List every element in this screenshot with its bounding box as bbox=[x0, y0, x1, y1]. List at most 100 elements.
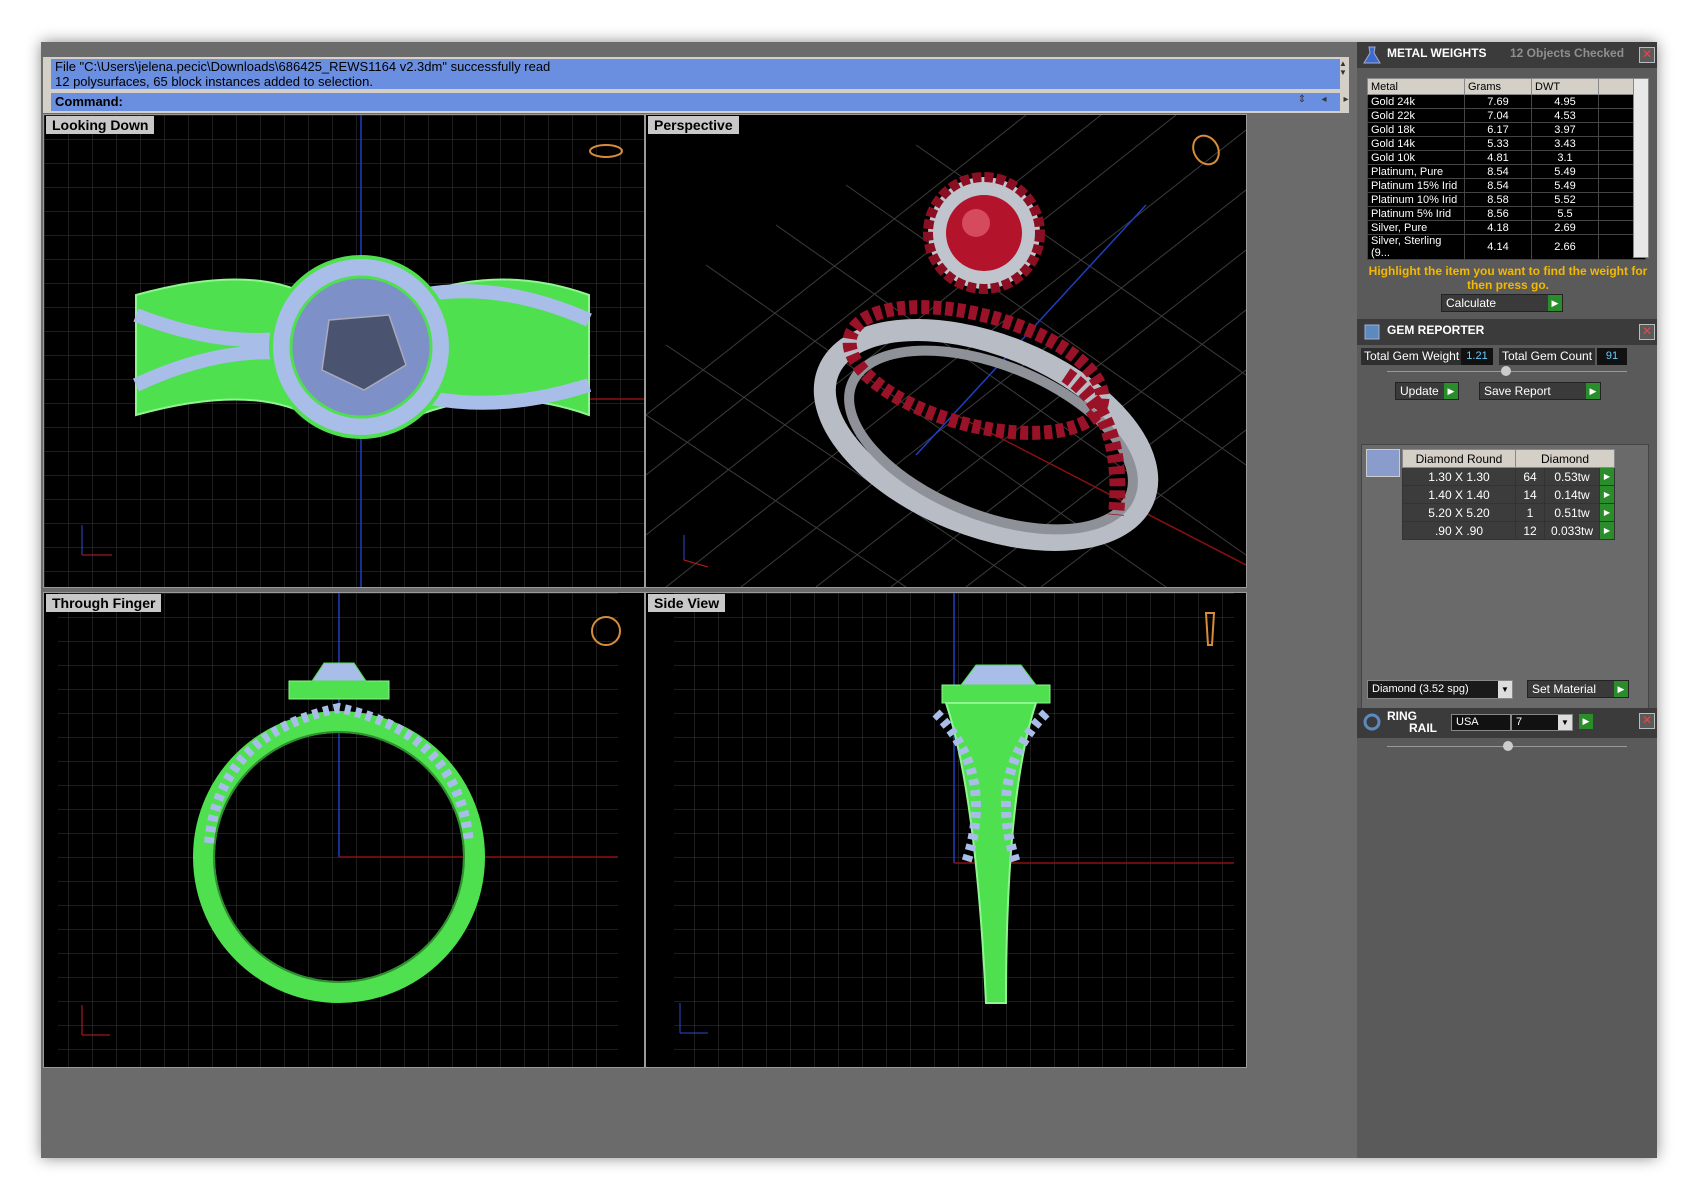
go-arrow-icon[interactable]: ▶ bbox=[1599, 485, 1615, 504]
command-input[interactable]: Command: bbox=[51, 93, 1340, 111]
grams-cell: 5.33 bbox=[1464, 136, 1532, 151]
ring-rail-slider-handle[interactable] bbox=[1503, 741, 1513, 751]
calculate-label: Calculate bbox=[1446, 296, 1497, 310]
metal-row[interactable]: Platinum 15% Irid 8.54 5.49 bbox=[1367, 178, 1646, 193]
column-header-dwt[interactable]: DWT bbox=[1531, 78, 1599, 95]
total-gem-weight-label: Total Gem Weight bbox=[1361, 348, 1463, 365]
diamond-round-icon[interactable] bbox=[1366, 449, 1400, 477]
gem-row[interactable]: .90 X .90 12 0.033tw ▶ bbox=[1402, 521, 1615, 540]
metal-row[interactable]: Platinum 5% Irid 8.56 5.5 bbox=[1367, 206, 1646, 221]
viewport-title[interactable]: Side View bbox=[648, 594, 726, 612]
viewport-title[interactable]: Through Finger bbox=[46, 594, 162, 612]
dwt-cell: 3.1 bbox=[1531, 150, 1599, 165]
metal-row[interactable]: Gold 18k 6.17 3.97 bbox=[1367, 122, 1646, 137]
ring-size-region-select[interactable]: USA bbox=[1451, 714, 1511, 731]
go-arrow-icon[interactable]: ▶ bbox=[1444, 383, 1458, 399]
gem-table: Diamond Round Diamond 1.30 X 1.30 64 0.53t… bbox=[1402, 449, 1615, 540]
metal-name-cell: Platinum 15% Irid bbox=[1367, 178, 1465, 193]
metal-row[interactable]: Gold 14k 5.33 3.43 bbox=[1367, 136, 1646, 151]
viewport-side-view[interactable]: Side View bbox=[645, 592, 1247, 1068]
grams-cell: 8.58 bbox=[1464, 192, 1532, 207]
update-button[interactable]: Update ▶ bbox=[1395, 382, 1459, 400]
viewport-title[interactable]: Perspective bbox=[648, 116, 739, 134]
viewport-perspective[interactable]: Perspective bbox=[645, 114, 1247, 588]
grams-cell: 4.18 bbox=[1464, 220, 1532, 235]
metal-name-cell: Silver, Sterling (9... bbox=[1367, 234, 1465, 260]
total-gem-count-label: Total Gem Count bbox=[1499, 348, 1596, 365]
ring-icon bbox=[1363, 713, 1381, 731]
gem-count-cell: 12 bbox=[1515, 521, 1545, 540]
metal-weights-header: METAL WEIGHTS 12 Objects Checked ✕ bbox=[1357, 42, 1657, 68]
go-arrow-icon[interactable]: ▶ bbox=[1548, 295, 1562, 311]
metal-name-cell: Gold 18k bbox=[1367, 122, 1465, 137]
app-window: File "C:\Users\jelena.pecic\Downloads\68… bbox=[41, 42, 1657, 1158]
gem-weight-cell: 0.53tw bbox=[1544, 467, 1600, 486]
gem-reporter-header: GEM REPORTER ✕ bbox=[1357, 319, 1657, 345]
save-report-label: Save Report bbox=[1484, 384, 1551, 398]
set-material-label: Set Material bbox=[1532, 682, 1597, 696]
metal-row[interactable]: Gold 22k 7.04 4.53 bbox=[1367, 108, 1646, 123]
objects-checked-status: 12 Objects Checked bbox=[1510, 46, 1625, 60]
viewport-looking-down[interactable]: Looking Down bbox=[43, 114, 645, 588]
cplane-axis-icon bbox=[683, 535, 709, 568]
metal-row[interactable]: Platinum 10% Irid 8.58 5.52 bbox=[1367, 192, 1646, 207]
go-arrow-icon[interactable]: ▶ bbox=[1599, 521, 1615, 540]
gem-size-cell: 1.30 X 1.30 bbox=[1402, 467, 1516, 486]
dwt-cell: 5.49 bbox=[1531, 164, 1599, 179]
spin-icon[interactable]: ⇕ bbox=[1291, 94, 1313, 105]
history-line-2: 12 polysurfaces, 65 block instances adde… bbox=[55, 74, 373, 89]
gem-size-cell: 1.40 X 1.40 bbox=[1402, 485, 1516, 504]
orientation-ring-icon[interactable] bbox=[1188, 131, 1224, 169]
close-icon[interactable]: ✕ bbox=[1639, 713, 1655, 729]
history-scrollbar[interactable]: ▲ ▼ bbox=[1337, 59, 1349, 77]
metal-row[interactable]: Silver, Pure 4.18 2.69 bbox=[1367, 220, 1646, 235]
metal-weights-hint: Highlight the item you want to find the … bbox=[1368, 264, 1648, 292]
gem-size-cell: 5.20 X 5.20 bbox=[1402, 503, 1516, 522]
dwt-cell: 5.49 bbox=[1531, 178, 1599, 193]
chevron-down-icon[interactable]: ▼ bbox=[1558, 715, 1572, 730]
calculate-button[interactable]: Calculate ▶ bbox=[1441, 294, 1563, 312]
go-arrow-icon[interactable]: ▶ bbox=[1579, 714, 1593, 729]
grams-cell: 8.54 bbox=[1464, 164, 1532, 179]
material-select[interactable]: Diamond (3.52 spg) ▼ bbox=[1367, 680, 1513, 699]
viewport-title[interactable]: Looking Down bbox=[46, 116, 155, 134]
perspective-canvas bbox=[646, 115, 1246, 587]
grams-cell: 8.54 bbox=[1464, 178, 1532, 193]
dwt-cell: 4.95 bbox=[1531, 94, 1599, 109]
gem-row[interactable]: 1.40 X 1.40 14 0.14tw ▶ bbox=[1402, 485, 1615, 504]
metal-name-cell: Gold 14k bbox=[1367, 136, 1465, 151]
metal-name-cell: Platinum, Pure bbox=[1367, 164, 1465, 179]
go-arrow-icon[interactable]: ▶ bbox=[1599, 467, 1615, 486]
plugin-panel: METAL WEIGHTS 12 Objects Checked ✕ Metal… bbox=[1357, 42, 1657, 1158]
metal-row[interactable]: Gold 24k 7.69 4.95 bbox=[1367, 94, 1646, 109]
metal-weights-scrollbar[interactable] bbox=[1633, 78, 1649, 258]
close-icon[interactable]: ✕ bbox=[1639, 324, 1655, 340]
column-header-grams[interactable]: Grams bbox=[1464, 78, 1532, 95]
scroll-left-icon[interactable]: ◂ bbox=[1313, 94, 1335, 105]
splitter-handle[interactable] bbox=[1501, 366, 1511, 376]
metal-row[interactable]: Gold 10k 4.81 3.1 bbox=[1367, 150, 1646, 165]
total-gem-weight-value: 1.21 bbox=[1461, 348, 1493, 365]
gem-count-cell: 1 bbox=[1515, 503, 1545, 522]
grams-cell: 7.04 bbox=[1464, 108, 1532, 123]
dwt-cell: 3.43 bbox=[1531, 136, 1599, 151]
metal-row[interactable]: Platinum, Pure 8.54 5.49 bbox=[1367, 164, 1646, 179]
gem-row[interactable]: 1.30 X 1.30 64 0.53tw ▶ bbox=[1402, 467, 1615, 486]
column-header-metal[interactable]: Metal bbox=[1367, 78, 1465, 95]
set-material-button[interactable]: Set Material ▶ bbox=[1527, 680, 1629, 698]
go-arrow-icon[interactable]: ▶ bbox=[1614, 681, 1628, 697]
gem-rows: 1.30 X 1.30 64 0.53tw ▶ 1.40 X 1.40 14 0.14tw ▶… bbox=[1402, 467, 1615, 540]
chevron-down-icon[interactable]: ▼ bbox=[1498, 681, 1512, 698]
close-icon[interactable]: ✕ bbox=[1639, 47, 1655, 63]
gem-row[interactable]: 5.20 X 5.20 1 0.51tw ▶ bbox=[1402, 503, 1615, 522]
viewport-through-finger[interactable]: Through Finger bbox=[43, 592, 645, 1068]
scroll-right-icon[interactable]: ▸ bbox=[1335, 94, 1357, 105]
grams-cell: 7.69 bbox=[1464, 94, 1532, 109]
metal-row[interactable]: Silver, Sterling (9... 4.14 2.66 bbox=[1367, 234, 1646, 260]
ring-size-select[interactable]: 7 ▼ bbox=[1511, 714, 1573, 731]
command-history[interactable]: File "C:\Users\jelena.pecic\Downloads\68… bbox=[51, 59, 1340, 89]
save-report-button[interactable]: Save Report ▶ bbox=[1479, 382, 1601, 400]
go-arrow-icon[interactable]: ▶ bbox=[1586, 383, 1600, 399]
go-arrow-icon[interactable]: ▶ bbox=[1599, 503, 1615, 522]
command-scroll-controls[interactable]: ⇕ ◂ ▸ bbox=[1291, 94, 1357, 105]
